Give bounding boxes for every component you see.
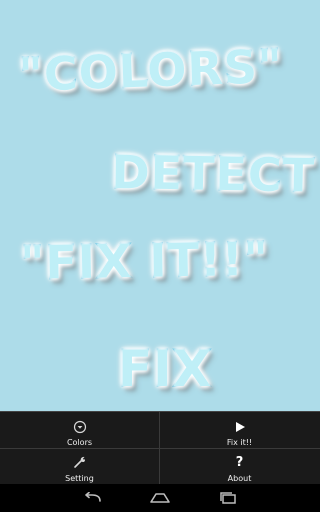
- nav-back-button[interactable]: [72, 490, 112, 506]
- nav-home-button[interactable]: [140, 490, 180, 506]
- play-triangle-icon: [233, 416, 247, 434]
- home-icon: [150, 493, 170, 503]
- title-colors: "COLORS": [17, 38, 285, 103]
- title-fix: FIX: [117, 339, 213, 399]
- title-detect: DETECT: [110, 144, 316, 204]
- menu-item-fix-it-label: Fix it!!: [226, 438, 253, 447]
- question-mark-glyph: ?: [235, 455, 244, 470]
- wrench-icon: [72, 452, 88, 470]
- menu-item-about[interactable]: ? About: [160, 448, 319, 484]
- title-fix-it: "FIX IT!!": [19, 231, 270, 291]
- menu-item-colors[interactable]: Colors: [0, 412, 159, 448]
- nav-recents-button[interactable]: [208, 490, 248, 506]
- menu-item-colors-label: Colors: [66, 438, 93, 447]
- menu-item-fix-it[interactable]: Fix it!!: [160, 412, 319, 448]
- circle-chevron-down-icon: [73, 416, 87, 434]
- menu-item-setting-label: Setting: [65, 474, 94, 483]
- question-mark-icon: ?: [236, 452, 244, 470]
- back-arrow-icon: [85, 492, 101, 502]
- menu-item-about-label: About: [227, 474, 252, 483]
- system-navigation-bar: [0, 484, 320, 512]
- options-menu: Colors Fix it!! Setting ? About: [0, 411, 320, 485]
- menu-item-setting[interactable]: Setting: [0, 448, 159, 484]
- title-artwork: "COLORS" DETECT "FIX IT!!" FIX: [0, 0, 320, 411]
- recent-apps-icon: [220, 492, 236, 504]
